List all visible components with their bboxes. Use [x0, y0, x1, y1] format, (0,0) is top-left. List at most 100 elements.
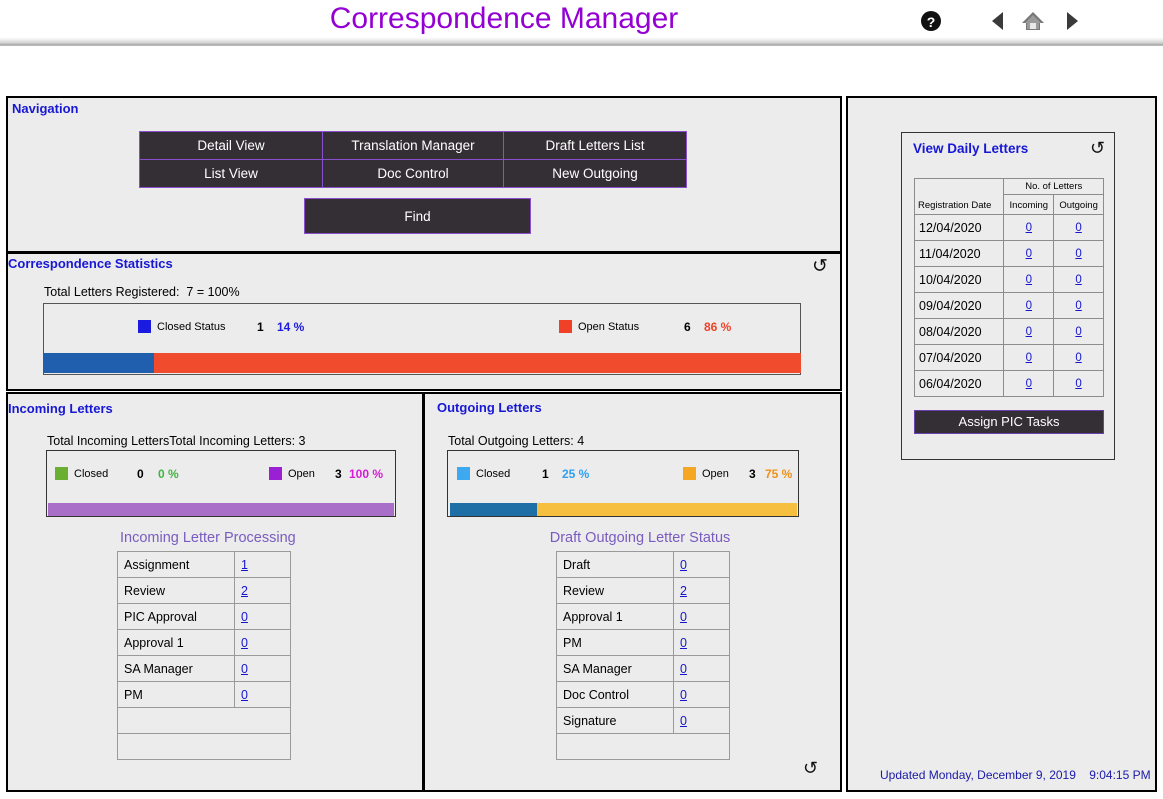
table-row[interactable]: Review 2: [117, 577, 291, 604]
table-row[interactable]: PM 0: [117, 681, 291, 708]
cell-outgoing[interactable]: 0: [1053, 318, 1104, 345]
row-value-link[interactable]: 0: [680, 662, 687, 676]
row-value[interactable]: 0: [234, 681, 291, 708]
row-value-link[interactable]: 2: [680, 584, 687, 598]
cell-outgoing[interactable]: 0: [1053, 266, 1104, 293]
table-row[interactable]: PM 0: [556, 629, 730, 656]
row-value-link[interactable]: 0: [241, 610, 248, 624]
detail-view-button[interactable]: Detail View: [139, 131, 323, 160]
incoming-count-link[interactable]: 0: [1026, 248, 1032, 260]
row-value[interactable]: 0: [234, 629, 291, 656]
outgoing-count-link[interactable]: 0: [1075, 326, 1081, 338]
row-value[interactable]: 0: [234, 603, 291, 630]
back-arrow-icon[interactable]: [986, 8, 1012, 34]
row-value-link[interactable]: 0: [680, 636, 687, 650]
incoming-count-link[interactable]: 0: [1026, 378, 1032, 390]
cell-incoming[interactable]: 0: [1003, 370, 1055, 397]
row-value[interactable]: 0: [673, 707, 730, 734]
cell-incoming[interactable]: 0: [1003, 240, 1055, 267]
table-row[interactable]: Approval 1 0: [117, 629, 291, 656]
cell-date: 11/04/2020: [913, 240, 1005, 267]
table-row[interactable]: SA Manager 0: [117, 655, 291, 682]
row-value[interactable]: 2: [673, 577, 730, 604]
cell-date: 12/04/2020: [913, 214, 1005, 241]
new-outgoing-button[interactable]: New Outgoing: [503, 159, 687, 188]
cell-incoming[interactable]: 0: [1003, 292, 1055, 319]
table-row[interactable]: Signature 0: [556, 707, 730, 734]
incoming-count-link[interactable]: 0: [1026, 326, 1032, 338]
draft-letters-list-button[interactable]: Draft Letters List: [503, 131, 687, 160]
row-value[interactable]: 0: [673, 603, 730, 630]
open-status-percent: 86 %: [704, 320, 732, 334]
cell-incoming[interactable]: 0: [1003, 266, 1055, 293]
row-value[interactable]: 0: [673, 551, 730, 578]
table-row[interactable]: Doc Control 0: [556, 681, 730, 708]
table-row[interactable]: SA Manager 0: [556, 655, 730, 682]
cell-incoming[interactable]: 0: [1003, 344, 1055, 371]
row-value[interactable]: 2: [234, 577, 291, 604]
table-row[interactable]: Approval 1 0: [556, 603, 730, 630]
home-icon[interactable]: [1020, 8, 1046, 34]
incoming-count-link[interactable]: 0: [1026, 274, 1032, 286]
row-value-link[interactable]: 0: [680, 714, 687, 728]
row-value-link[interactable]: 1: [241, 558, 248, 572]
row-value-link[interactable]: 0: [680, 688, 687, 702]
refresh-icon[interactable]: ↺: [803, 759, 818, 777]
cell-outgoing[interactable]: 0: [1053, 214, 1104, 241]
row-label: SA Manager: [117, 655, 235, 682]
table-row[interactable]: 07/04/2020 0 0: [913, 344, 1104, 371]
table-row[interactable]: 09/04/2020 0 0: [913, 292, 1104, 319]
table-row[interactable]: Review 2: [556, 577, 730, 604]
row-value[interactable]: 0: [673, 681, 730, 708]
outgoing-count-link[interactable]: 0: [1075, 274, 1081, 286]
row-empty-cell: [556, 733, 730, 760]
incoming-count-link[interactable]: 0: [1026, 222, 1032, 234]
doc-control-button[interactable]: Doc Control: [322, 159, 504, 188]
refresh-icon[interactable]: ↺: [812, 257, 828, 276]
table-row[interactable]: 10/04/2020 0 0: [913, 266, 1104, 293]
table-row[interactable]: Assignment 1: [117, 551, 291, 578]
cell-outgoing[interactable]: 0: [1053, 370, 1104, 397]
find-button[interactable]: Find: [304, 198, 531, 234]
incoming-count-link[interactable]: 0: [1026, 300, 1032, 312]
table-row[interactable]: PIC Approval 0: [117, 603, 291, 630]
row-value[interactable]: 1: [234, 551, 291, 578]
row-value-link[interactable]: 0: [241, 636, 248, 650]
row-value-link[interactable]: 0: [680, 610, 687, 624]
table-row[interactable]: 06/04/2020 0 0: [913, 370, 1104, 397]
refresh-icon[interactable]: ↺: [1090, 139, 1105, 157]
cell-outgoing[interactable]: 0: [1053, 292, 1104, 319]
forward-arrow-icon[interactable]: [1058, 8, 1084, 34]
assign-pic-tasks-button[interactable]: Assign PIC Tasks: [914, 410, 1104, 434]
column-header-no-of-letters: No. of Letters: [1003, 178, 1104, 195]
outgoing-bar-open-segment: [536, 503, 797, 516]
table-row[interactable]: Draft 0: [556, 551, 730, 578]
navigation-title: Navigation: [12, 101, 79, 116]
outgoing-count-link[interactable]: 0: [1075, 352, 1081, 364]
row-value-link[interactable]: 2: [241, 584, 248, 598]
incoming-count-link[interactable]: 0: [1026, 352, 1032, 364]
cell-incoming[interactable]: 0: [1003, 318, 1055, 345]
table-row[interactable]: 12/04/2020 0 0: [913, 214, 1104, 241]
translation-manager-button[interactable]: Translation Manager: [322, 131, 504, 160]
row-value[interactable]: 0: [673, 629, 730, 656]
cell-incoming[interactable]: 0: [1003, 214, 1055, 241]
row-value[interactable]: 0: [234, 655, 291, 682]
outgoing-count-link[interactable]: 0: [1075, 378, 1081, 390]
outgoing-count-link[interactable]: 0: [1075, 222, 1081, 234]
outgoing-open-count: 3: [749, 467, 756, 481]
cell-outgoing[interactable]: 0: [1053, 344, 1104, 371]
row-value-link[interactable]: 0: [241, 662, 248, 676]
help-icon[interactable]: ?: [918, 8, 944, 34]
outgoing-count-link[interactable]: 0: [1075, 300, 1081, 312]
row-value-link[interactable]: 0: [241, 688, 248, 702]
list-view-button[interactable]: List View: [139, 159, 323, 188]
statistics-stacked-bar: [44, 353, 801, 373]
row-value-link[interactable]: 0: [680, 558, 687, 572]
table-row[interactable]: 11/04/2020 0 0: [913, 240, 1104, 267]
outgoing-count-link[interactable]: 0: [1075, 248, 1081, 260]
table-row[interactable]: 08/04/2020 0 0: [913, 318, 1104, 345]
draft-outgoing-letter-status-title: Draft Outgoing Letter Status: [549, 530, 731, 546]
cell-outgoing[interactable]: 0: [1053, 240, 1104, 267]
row-value[interactable]: 0: [673, 655, 730, 682]
